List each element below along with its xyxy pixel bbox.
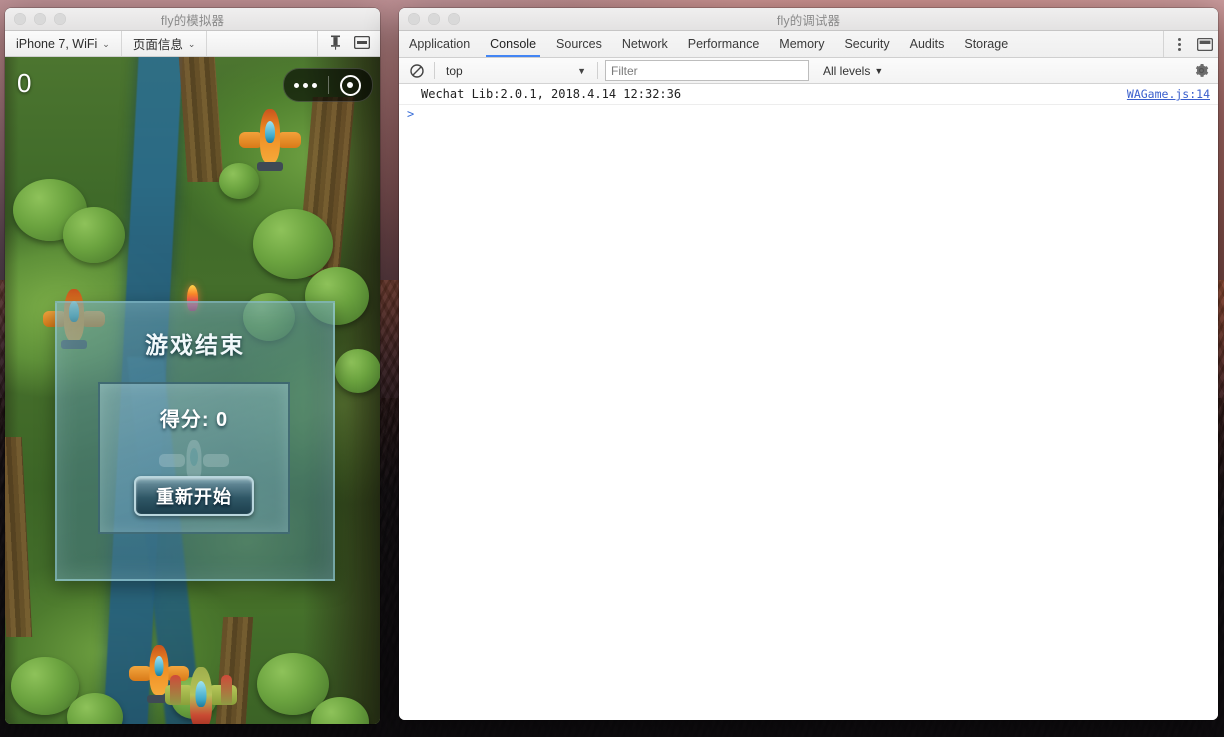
plane-wing-right xyxy=(277,132,301,148)
simulator-traffic-lights[interactable] xyxy=(5,13,66,25)
tab-audits[interactable]: Audits xyxy=(900,31,955,57)
clear-console-icon[interactable] xyxy=(407,61,427,81)
tab-label: Console xyxy=(490,37,536,51)
console-message-list[interactable]: Wechat Lib:2.0.1, 2018.4.14 12:32:36 WAG… xyxy=(399,84,1218,720)
devtools-window[interactable]: fly的调试器 Application Console Sources Netw… xyxy=(399,8,1218,720)
close-button[interactable] xyxy=(408,13,420,25)
log-level-label: All levels xyxy=(823,64,870,78)
execution-context-selector[interactable]: top ▼ xyxy=(442,64,590,78)
final-score-label: 得分: 0 xyxy=(100,403,288,432)
console-message-text: Wechat Lib:2.0.1, 2018.4.14 12:32:36 xyxy=(421,87,1117,101)
simulator-toolbar-icons xyxy=(318,31,380,56)
console-filter-input[interactable] xyxy=(605,60,809,81)
close-button[interactable] xyxy=(14,13,26,25)
plane-canopy xyxy=(155,656,164,676)
pin-icon[interactable] xyxy=(330,35,341,53)
tree-cluster xyxy=(335,349,380,393)
ellipsis-icon[interactable] xyxy=(284,83,328,88)
restart-button[interactable]: 重新开始 xyxy=(134,476,254,516)
tree-cluster xyxy=(63,207,125,263)
target-icon[interactable] xyxy=(329,75,373,96)
wechat-capsule-menu[interactable] xyxy=(283,68,373,102)
tab-console[interactable]: Console xyxy=(480,31,546,57)
panel-icon[interactable] xyxy=(354,36,370,52)
toolbar-divider xyxy=(597,62,598,79)
toolbar-divider xyxy=(434,62,435,79)
devtools-window-title: fly的调试器 xyxy=(399,10,1218,29)
zoom-button[interactable] xyxy=(448,13,460,25)
game-canvas[interactable]: 0 xyxy=(5,57,380,724)
game-over-title: 游戏结束 xyxy=(57,326,333,360)
devtools-traffic-lights[interactable] xyxy=(399,13,460,25)
gear-icon[interactable] xyxy=(1190,60,1212,82)
score-display: 0 xyxy=(17,68,31,99)
tab-performance[interactable]: Performance xyxy=(678,31,770,57)
execution-context-label: top xyxy=(446,64,577,78)
kebab-menu-icon[interactable] xyxy=(1166,31,1192,57)
tab-label: Performance xyxy=(688,37,760,51)
minimize-button[interactable] xyxy=(428,13,440,25)
plane-canopy xyxy=(265,121,275,143)
simulator-titlebar: fly的模拟器 xyxy=(5,8,380,31)
plane-missile-right xyxy=(221,675,232,705)
page-info-selector[interactable]: 页面信息 ⌄ xyxy=(122,31,208,56)
tab-sources[interactable]: Sources xyxy=(546,31,612,57)
tab-memory[interactable]: Memory xyxy=(769,31,834,57)
tab-label: Audits xyxy=(910,37,945,51)
dock-panel-icon[interactable] xyxy=(1192,31,1218,57)
console-message-row[interactable]: Wechat Lib:2.0.1, 2018.4.14 12:32:36 WAG… xyxy=(399,84,1218,105)
tab-label: Security xyxy=(844,37,889,51)
chevron-down-icon: ⌄ xyxy=(102,40,110,49)
zoom-button[interactable] xyxy=(54,13,66,25)
tab-application[interactable]: Application xyxy=(399,31,480,57)
tab-label: Network xyxy=(622,37,668,51)
player-plane xyxy=(165,663,237,724)
tab-network[interactable]: Network xyxy=(612,31,678,57)
game-over-dialog: 游戏结束 得分: 0 重新开始 xyxy=(55,301,335,581)
tree-cluster xyxy=(253,209,333,279)
tab-label: Storage xyxy=(964,37,1008,51)
restart-button-label: 重新开始 xyxy=(156,483,232,509)
log-level-selector[interactable]: All levels ▼ xyxy=(823,64,883,78)
plane-canopy xyxy=(196,681,207,707)
prompt-caret-icon: > xyxy=(407,107,421,121)
toolbar-spacer xyxy=(207,31,318,56)
tab-label: Sources xyxy=(556,37,602,51)
tab-security[interactable]: Security xyxy=(834,31,899,57)
console-source-link[interactable]: WAGame.js:14 xyxy=(1117,87,1210,101)
devtools-titlebar: fly的调试器 xyxy=(399,8,1218,31)
device-selector[interactable]: iPhone 7, WiFi ⌄ xyxy=(5,31,122,56)
plane-tail xyxy=(257,162,283,171)
console-toolbar: top ▼ All levels ▼ xyxy=(399,58,1218,84)
simulator-window[interactable]: fly的模拟器 iPhone 7, WiFi ⌄ 页面信息 ⌄ xyxy=(5,8,380,724)
tab-label: Application xyxy=(409,37,470,51)
devtools-tab-bar: Application Console Sources Network Perf… xyxy=(399,31,1218,58)
chevron-down-icon: ▼ xyxy=(874,66,883,76)
devtools-tabbar-actions xyxy=(1163,31,1218,57)
chevron-down-icon: ▼ xyxy=(577,66,586,76)
simulator-toolbar: iPhone 7, WiFi ⌄ 页面信息 ⌄ xyxy=(5,31,380,57)
plane-missile-left xyxy=(170,675,181,705)
page-info-label: 页面信息 xyxy=(133,34,183,53)
tab-label: Memory xyxy=(779,37,824,51)
minimize-button[interactable] xyxy=(34,13,46,25)
device-selector-label: iPhone 7, WiFi xyxy=(16,37,97,51)
tab-storage[interactable]: Storage xyxy=(954,31,1018,57)
game-over-panel: 得分: 0 重新开始 xyxy=(98,382,290,534)
chevron-down-icon: ⌄ xyxy=(188,40,196,49)
console-prompt-row[interactable]: > xyxy=(399,105,1218,123)
enemy-plane xyxy=(239,109,301,169)
